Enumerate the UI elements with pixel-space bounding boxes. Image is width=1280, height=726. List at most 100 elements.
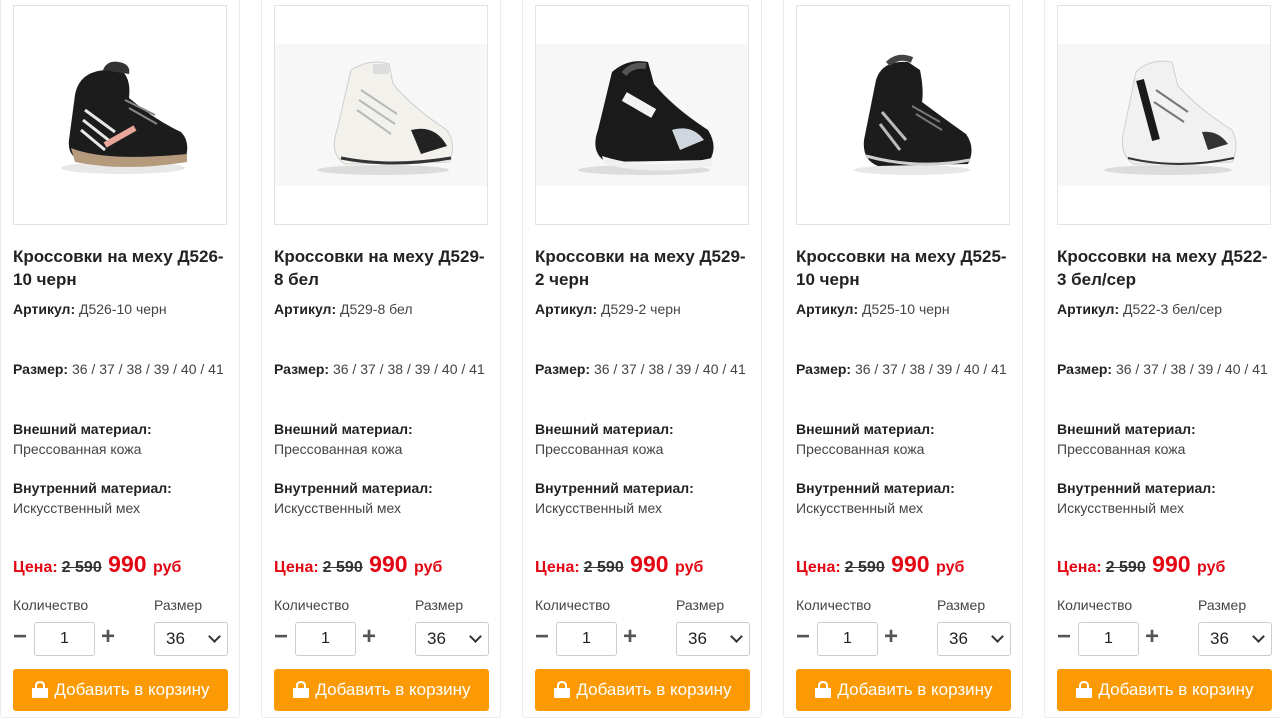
- quantity-label: Количество: [1057, 597, 1133, 613]
- increase-quantity-button[interactable]: +: [99, 621, 117, 655]
- size-select[interactable]: 36: [415, 622, 489, 656]
- increase-quantity-button[interactable]: +: [621, 621, 639, 655]
- sku-label: Артикул:: [274, 301, 337, 317]
- size-select-value: 36: [1210, 629, 1229, 648]
- product-image[interactable]: [274, 5, 488, 225]
- quantity-input[interactable]: [295, 622, 356, 656]
- product-card: Кроссовки на меху Д529-8 бел Артикул: Д5…: [261, 0, 501, 718]
- product-title[interactable]: Кроссовки на меху Д522-3 бел/сер: [1057, 245, 1277, 291]
- product-image[interactable]: [535, 5, 749, 225]
- increase-quantity-button[interactable]: +: [1143, 621, 1161, 655]
- shoe-photo: [797, 44, 1009, 186]
- quantity-label: Количество: [796, 597, 872, 613]
- product-price: Цена: 2 590 990 руб: [13, 551, 181, 578]
- inner-value: Искусственный мех: [1057, 500, 1185, 516]
- quantity-input[interactable]: [556, 622, 617, 656]
- inner-label: Внутренний материал:: [274, 480, 433, 496]
- increase-quantity-button[interactable]: +: [882, 621, 900, 655]
- shoe-photo: [275, 44, 487, 186]
- quantity-label: Количество: [535, 597, 611, 613]
- new-price: 990: [630, 551, 669, 577]
- inner-value: Искусственный мех: [13, 500, 141, 516]
- sku-label: Артикул:: [13, 301, 76, 317]
- quantity-input[interactable]: [34, 622, 95, 656]
- increase-quantity-button[interactable]: +: [360, 621, 378, 655]
- new-price: 990: [108, 551, 147, 577]
- outer-value: Прессованная кожа: [796, 441, 925, 457]
- product-sizes: Размер: 36 / 37 / 38 / 39 / 40 / 41: [535, 359, 749, 379]
- price-label: Цена:: [1057, 559, 1102, 576]
- decrease-quantity-button[interactable]: −: [794, 621, 812, 655]
- add-to-cart-button[interactable]: Добавить в корзину: [796, 669, 1011, 711]
- add-to-cart-label: Добавить в корзину: [576, 680, 732, 699]
- quantity-input[interactable]: [1078, 622, 1139, 656]
- outer-label: Внешний материал:: [274, 421, 413, 437]
- sizes-label: Размер:: [1057, 361, 1113, 377]
- shoe-photo: [536, 44, 748, 186]
- outer-value: Прессованная кожа: [1057, 441, 1186, 457]
- shopping-bag-icon: [293, 681, 310, 698]
- size-select[interactable]: 36: [937, 622, 1011, 656]
- product-card-body: Кроссовки на меху Д525-10 черн Артикул: …: [796, 5, 1012, 711]
- size-label: Размер: [1198, 597, 1247, 613]
- chevron-down-icon: [469, 630, 482, 643]
- outer-label: Внешний материал:: [13, 421, 152, 437]
- currency: руб: [675, 559, 704, 576]
- product-title[interactable]: Кроссовки на меху Д529-8 бел: [274, 245, 494, 291]
- sku-value: Д529-2 черн: [601, 301, 681, 317]
- product-image[interactable]: [1057, 5, 1271, 225]
- size-select[interactable]: 36: [676, 622, 750, 656]
- product-card-body: Кроссовки на меху Д526-10 черн Артикул: …: [13, 5, 229, 711]
- outer-value: Прессованная кожа: [274, 441, 403, 457]
- product-card-body: Кроссовки на меху Д529-2 черн Артикул: Д…: [535, 5, 751, 711]
- old-price: 2 590: [61, 559, 102, 576]
- product-title[interactable]: Кроссовки на меху Д525-10 черн: [796, 245, 1016, 291]
- add-to-cart-label: Добавить в корзину: [54, 680, 210, 699]
- product-grid: Кроссовки на меху Д526-10 черн Артикул: …: [0, 0, 1280, 726]
- old-price: 2 590: [322, 559, 363, 576]
- product-title[interactable]: Кроссовки на меху Д529-2 черн: [535, 245, 755, 291]
- add-to-cart-label: Добавить в корзину: [315, 680, 471, 699]
- shoe-photo: [14, 44, 226, 186]
- add-to-cart-button[interactable]: Добавить в корзину: [13, 669, 228, 711]
- product-sizes: Размер: 36 / 37 / 38 / 39 / 40 / 41: [1057, 359, 1271, 379]
- inner-material: Внутренний материал: Искусственный мех: [1057, 478, 1271, 518]
- product-price: Цена: 2 590 990 руб: [796, 551, 964, 578]
- size-select-value: 36: [688, 629, 707, 648]
- size-label: Размер: [415, 597, 464, 613]
- sku-label: Артикул:: [535, 301, 598, 317]
- outer-value: Прессованная кожа: [535, 441, 664, 457]
- inner-material: Внутренний материал: Искусственный мех: [274, 478, 488, 518]
- product-sizes: Размер: 36 / 37 / 38 / 39 / 40 / 41: [274, 359, 488, 379]
- product-title[interactable]: Кроссовки на меху Д526-10 черн: [13, 245, 233, 291]
- decrease-quantity-button[interactable]: −: [1055, 621, 1073, 655]
- product-price: Цена: 2 590 990 руб: [1057, 551, 1225, 578]
- add-to-cart-button[interactable]: Добавить в корзину: [274, 669, 489, 711]
- product-image[interactable]: [13, 5, 227, 225]
- quantity-input[interactable]: [817, 622, 878, 656]
- size-select-value: 36: [949, 629, 968, 648]
- product-card: Кроссовки на меху Д522-3 бел/сер Артикул…: [1044, 0, 1280, 718]
- product-image[interactable]: [796, 5, 1010, 225]
- outer-label: Внешний материал:: [535, 421, 674, 437]
- inner-material: Внутренний материал: Искусственный мех: [535, 478, 749, 518]
- product-sizes: Размер: 36 / 37 / 38 / 39 / 40 / 41: [796, 359, 1010, 379]
- size-select-value: 36: [427, 629, 446, 648]
- inner-label: Внутренний материал:: [535, 480, 694, 496]
- decrease-quantity-button[interactable]: −: [533, 621, 551, 655]
- sku-value: Д522-3 бел/сер: [1123, 301, 1222, 317]
- decrease-quantity-button[interactable]: −: [272, 621, 290, 655]
- size-select[interactable]: 36: [1198, 622, 1272, 656]
- chevron-down-icon: [991, 630, 1004, 643]
- shopping-bag-icon: [32, 681, 49, 698]
- add-to-cart-button[interactable]: Добавить в корзину: [535, 669, 750, 711]
- add-to-cart-button[interactable]: Добавить в корзину: [1057, 669, 1272, 711]
- outer-label: Внешний материал:: [1057, 421, 1196, 437]
- sizes-value: 36 / 37 / 38 / 39 / 40 / 41: [593, 361, 746, 377]
- inner-material: Внутренний материал: Искусственный мех: [13, 478, 227, 518]
- size-select[interactable]: 36: [154, 622, 228, 656]
- shopping-bag-icon: [1076, 681, 1093, 698]
- sizes-label: Размер:: [796, 361, 852, 377]
- size-label: Размер: [154, 597, 203, 613]
- decrease-quantity-button[interactable]: −: [11, 621, 29, 655]
